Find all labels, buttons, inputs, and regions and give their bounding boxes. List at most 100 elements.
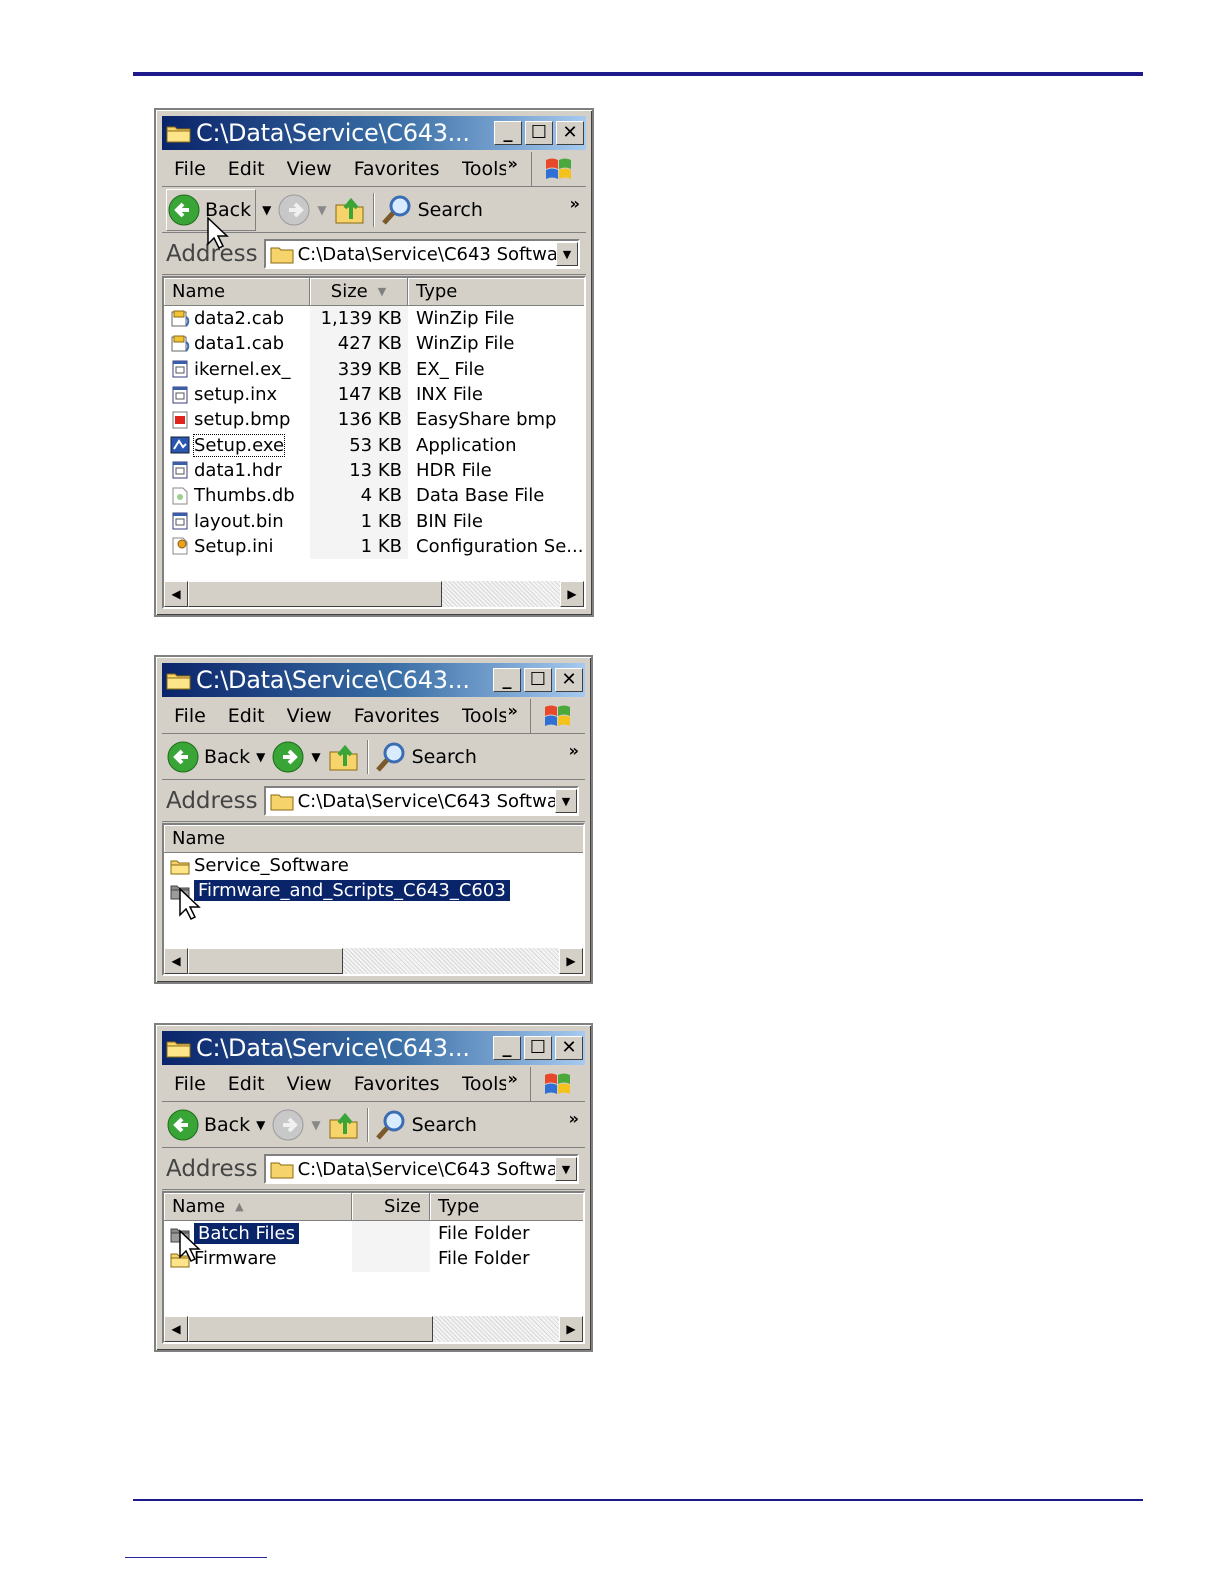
column-header-name[interactable]: Name [164,825,583,853]
toolbar-overflow-chevron[interactable]: » [569,1109,579,1128]
scroll-right-button[interactable]: ▶ [560,581,584,607]
search-button[interactable]: Search [380,190,483,230]
column-header-size[interactable]: Size [352,1193,430,1221]
file-row[interactable]: data2.cab 1,139 KB WinZip File [164,306,584,332]
horizontal-scrollbar[interactable]: ◀ ▶ [164,1316,583,1342]
file-row[interactable]: Firmware File Folder [164,1246,583,1272]
file-row[interactable]: setup.bmp 136 KB EasyShare bmp [164,407,584,433]
menu-bar: File Edit View Favorites Tools » [162,152,586,187]
column-header-name[interactable]: Name [164,278,310,306]
window-title: C:\Data\Service\C643... [196,1034,470,1062]
title-bar[interactable]: C:\Data\Service\C643... _ ☐ ✕ [162,663,585,697]
column-header-name[interactable]: Name ▲ [164,1193,352,1221]
column-header-type[interactable]: Type [408,278,584,306]
forward-arrow-icon[interactable] [271,740,305,774]
menu-file[interactable]: File [174,158,206,180]
back-dropdown-icon[interactable]: ▼ [256,1118,265,1132]
file-row[interactable]: data1.hdr 13 KB HDR File [164,457,584,484]
file-row[interactable]: data1.cab 427 KB WinZip File [164,331,584,357]
back-button[interactable]: Back [166,1105,250,1145]
menu-view[interactable]: View [287,705,332,727]
menu-view[interactable]: View [287,1073,332,1095]
title-bar[interactable]: C:\Data\Service\C643... _ ☐ ✕ [162,1031,585,1065]
folder-up-icon[interactable] [327,1108,361,1142]
forward-arrow-icon[interactable] [271,1108,305,1142]
window-title: C:\Data\Service\C643... [196,119,470,147]
forward-arrow-icon[interactable] [277,193,311,227]
scroll-left-button[interactable]: ◀ [164,948,188,974]
scroll-left-button[interactable]: ◀ [164,1316,188,1342]
file-row[interactable]: Setup.exe 53 KB Application [164,432,584,458]
back-dropdown-icon[interactable]: ▼ [262,203,271,217]
menu-tools[interactable]: Tools [462,158,506,180]
back-button[interactable]: Back [166,737,250,777]
forward-dropdown-icon[interactable]: ▼ [317,203,326,217]
forward-dropdown-icon[interactable]: ▼ [311,1118,320,1132]
close-button[interactable]: ✕ [555,668,583,692]
menu-tools[interactable]: Tools [462,1073,506,1095]
menu-edit[interactable]: Edit [228,705,265,727]
address-dropdown-button[interactable]: ▼ [555,1157,577,1181]
file-row[interactable]: setup.inx 147 KB INX File [164,381,584,408]
address-text: C:\Data\Service\C643 Software [297,1158,555,1180]
menu-file[interactable]: File [174,1073,206,1095]
scroll-thumb[interactable] [188,581,442,607]
folder-up-icon[interactable] [327,740,361,774]
maximize-button[interactable]: ☐ [524,668,552,692]
address-dropdown-button[interactable]: ▼ [555,789,577,813]
window-title: C:\Data\Service\C643... [196,666,470,694]
file-row[interactable]: layout.bin 1 KB BIN File [164,508,584,534]
menu-overflow-chevron[interactable]: » [508,1069,518,1088]
menu-favorites[interactable]: Favorites [354,705,440,727]
search-button[interactable]: Search [374,1105,477,1145]
column-header-type[interactable]: Type [430,1193,583,1221]
file-row[interactable]: Batch Files File Folder [164,1221,583,1247]
scroll-right-button[interactable]: ▶ [559,1316,583,1342]
folder-icon [270,794,294,811]
search-button[interactable]: Search [374,737,477,777]
address-dropdown-button[interactable]: ▼ [556,242,578,266]
file-row[interactable]: Thumbs.db 4 KB Data Base File [164,483,584,509]
close-button[interactable]: ✕ [555,1036,583,1060]
search-icon [375,742,405,772]
menu-favorites[interactable]: Favorites [354,158,440,180]
scroll-left-button[interactable]: ◀ [164,581,188,607]
file-row[interactable]: Firmware_and_Scripts_C643_C603 [164,878,583,903]
file-row[interactable]: Service_Software [164,853,583,878]
menu-overflow-chevron[interactable]: » [508,154,518,173]
menu-edit[interactable]: Edit [228,158,265,180]
address-input[interactable]: C:\Data\Service\C643 Software ▼ [263,239,580,269]
file-row[interactable]: ikernel.ex_ 339 KB EX_ File [164,356,584,382]
menu-tools[interactable]: Tools [462,705,506,727]
menu-edit[interactable]: Edit [228,1073,265,1095]
search-icon [381,195,411,225]
close-button[interactable]: ✕ [556,121,584,145]
title-bar[interactable]: C:\Data\Service\C643... _ ☐ ✕ [162,116,586,150]
scroll-thumb[interactable] [188,948,343,974]
horizontal-scrollbar[interactable]: ◀ ▶ [164,581,584,607]
address-input[interactable]: C:\Data\Service\C643 Software ▼ [263,786,579,816]
toolbar-overflow-chevron[interactable]: » [570,194,580,213]
maximize-button[interactable]: ☐ [525,121,553,145]
minimize-button[interactable]: _ [493,1036,521,1060]
file-row[interactable]: Setup.ini 1 KB Configuration Se... [164,533,584,559]
toolbar-overflow-chevron[interactable]: » [569,741,579,760]
forward-dropdown-icon[interactable]: ▼ [311,750,320,764]
menu-favorites[interactable]: Favorites [354,1073,440,1095]
minimize-button[interactable]: _ [493,668,521,692]
scroll-right-button[interactable]: ▶ [559,948,583,974]
scroll-thumb[interactable] [188,1316,433,1342]
back-dropdown-icon[interactable]: ▼ [256,750,265,764]
menu-overflow-chevron[interactable]: » [508,701,518,720]
minimize-button[interactable]: _ [494,121,522,145]
search-label: Search [417,199,483,221]
menu-view[interactable]: View [287,158,332,180]
maximize-button[interactable]: ☐ [524,1036,552,1060]
folder-up-icon[interactable] [333,193,367,227]
horizontal-scrollbar[interactable]: ◀ ▶ [164,948,583,974]
address-input[interactable]: C:\Data\Service\C643 Software ▼ [263,1154,579,1184]
column-header-size[interactable]: Size ▼ [310,278,408,306]
size-cell: 1 KB [310,533,408,559]
name-cell: data2.cab [164,306,310,331]
menu-file[interactable]: File [174,705,206,727]
